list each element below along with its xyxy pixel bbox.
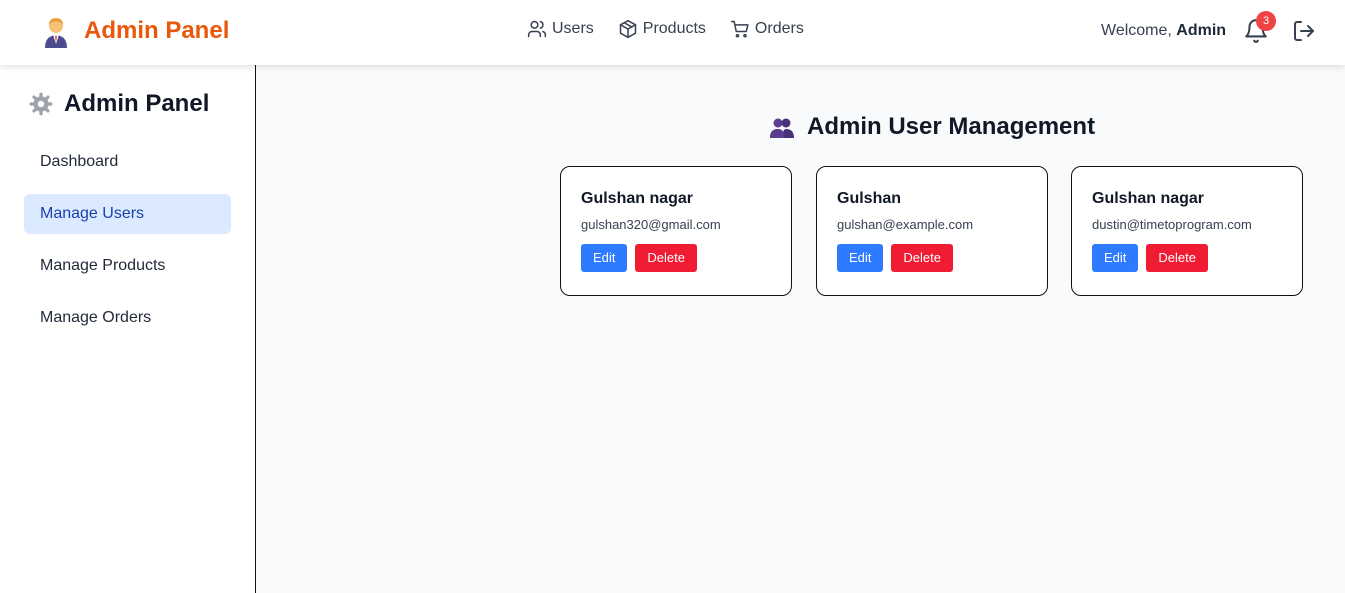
sidebar-item-manage-users[interactable]: Manage Users [24, 194, 231, 234]
user-name: Gulshan nagar [1092, 190, 1205, 207]
brand[interactable]: Admin Panel [42, 14, 229, 48]
user-card: Gulshan nagar dustin@timetoprogram.com E… [1071, 166, 1303, 296]
nav-orders-label: Orders [754, 20, 804, 37]
user-card: Gulshan nagar gulshan320@gmail.com Edit … [560, 166, 792, 296]
edit-button[interactable]: Edit [837, 244, 884, 272]
edit-button[interactable]: Edit [1092, 244, 1139, 272]
nav-users[interactable]: Users [527, 19, 594, 39]
sidebar-header: Admin Panel [28, 90, 209, 118]
nav-products[interactable]: Products [618, 19, 706, 39]
page-title: Admin User Management [807, 113, 1096, 140]
cart-icon [730, 20, 749, 38]
sidebar-menu: Dashboard Manage Users Manage Products M… [24, 142, 231, 350]
notification-badge: 3 [1256, 11, 1276, 31]
welcome-user: Admin [1176, 22, 1227, 39]
welcome-prefix: Welcome, [1101, 22, 1172, 39]
card-actions: Edit Delete [581, 244, 771, 272]
sidebar-item-dashboard[interactable]: Dashboard [24, 142, 231, 182]
card-actions: Edit Delete [837, 244, 1027, 272]
users-icon [770, 118, 794, 138]
user-name: Gulshan [837, 190, 902, 207]
sidebar: Admin Panel Dashboard Manage Users Manag… [0, 65, 256, 593]
nav-products-label: Products [642, 20, 706, 37]
delete-button[interactable]: Delete [891, 244, 953, 272]
admin-avatar-icon [42, 14, 70, 48]
page-header: Admin User Management [769, 113, 1095, 141]
brand-title: Admin Panel [84, 17, 230, 44]
edit-button[interactable]: Edit [581, 244, 628, 272]
logout-icon[interactable] [1292, 19, 1316, 43]
top-nav: Users Products Orders [527, 19, 804, 39]
gear-icon [29, 92, 53, 116]
user-card: Gulshan gulshan@example.com Edit Delete [816, 166, 1048, 296]
delete-button[interactable]: Delete [1146, 244, 1208, 272]
nav-orders[interactable]: Orders [730, 19, 804, 39]
sidebar-item-manage-products[interactable]: Manage Products [24, 246, 231, 286]
sidebar-item-manage-orders[interactable]: Manage Orders [24, 298, 231, 338]
top-header: Admin Panel Users Products Orders Welcom… [0, 0, 1345, 65]
delete-button[interactable]: Delete [635, 244, 697, 272]
user-name: Gulshan nagar [581, 190, 694, 207]
sidebar-title: Admin Panel [64, 90, 210, 117]
card-actions: Edit Delete [1092, 244, 1282, 272]
nav-users-label: Users [552, 20, 594, 37]
welcome-text: Welcome, Admin [1101, 22, 1226, 40]
user-email: gulshan@example.com [837, 217, 974, 232]
user-email: dustin@timetoprogram.com [1092, 217, 1252, 232]
user-email: gulshan320@gmail.com [581, 217, 721, 232]
box-icon [619, 19, 637, 39]
users-icon [527, 20, 547, 38]
